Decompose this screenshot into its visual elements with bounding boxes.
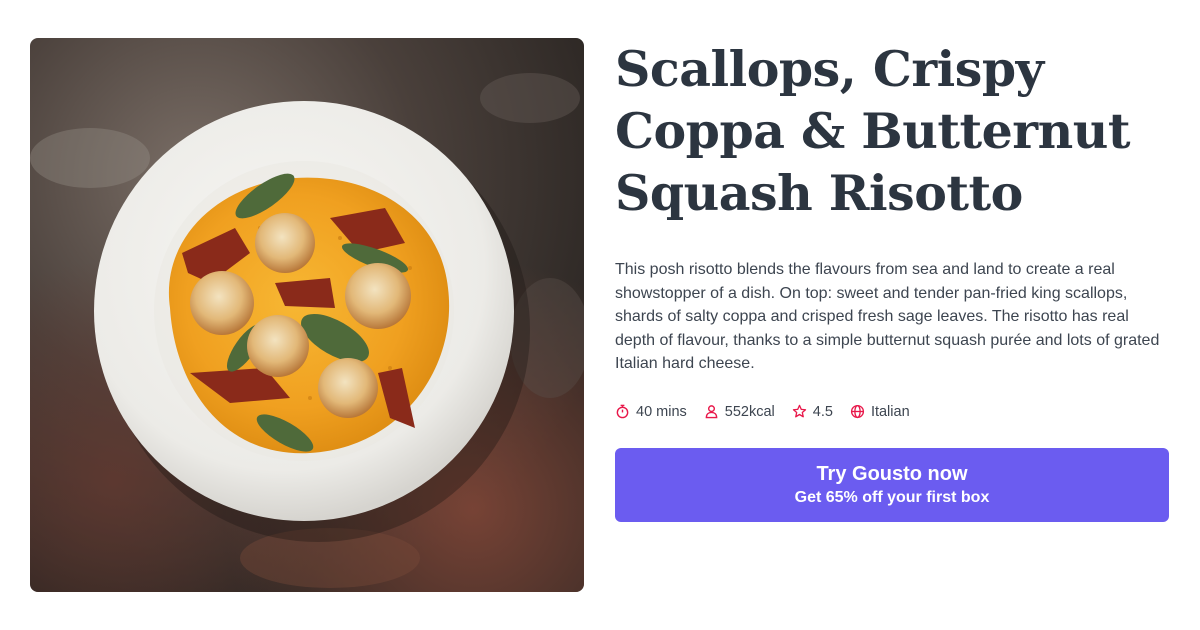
rating: 4.5 [792,404,833,420]
calories-label: 552kcal [724,403,775,420]
recipe-meta: 40 mins 552kcal 4.5 Italian [615,404,1170,420]
recipe-photo [30,38,584,592]
calories: 552kcal [704,404,775,420]
cuisine-label: Italian [870,403,910,420]
cuisine: Italian [850,404,910,420]
try-gousto-button[interactable]: Try Gousto now Get 65% off your first bo… [615,447,1169,522]
cta-sublabel: Get 65% off your first box [794,488,990,506]
recipe-details: Scallops, Crispy Coppa & Butternut Squas… [615,38,1170,522]
recipe-title: Scallops, Crispy Coppa & Butternut Squas… [615,40,1131,222]
star-icon [792,405,806,418]
stopwatch-icon [616,405,629,419]
cook-time-label: 40 mins [636,403,687,420]
rating-label: 4.5 [812,403,833,420]
person-icon [705,405,718,419]
cta-label: Try Gousto now [816,462,968,485]
globe-icon [850,405,865,419]
cook-time: 40 mins [615,404,687,420]
recipe-description: This posh risotto blends the flavours fr… [615,261,1160,373]
